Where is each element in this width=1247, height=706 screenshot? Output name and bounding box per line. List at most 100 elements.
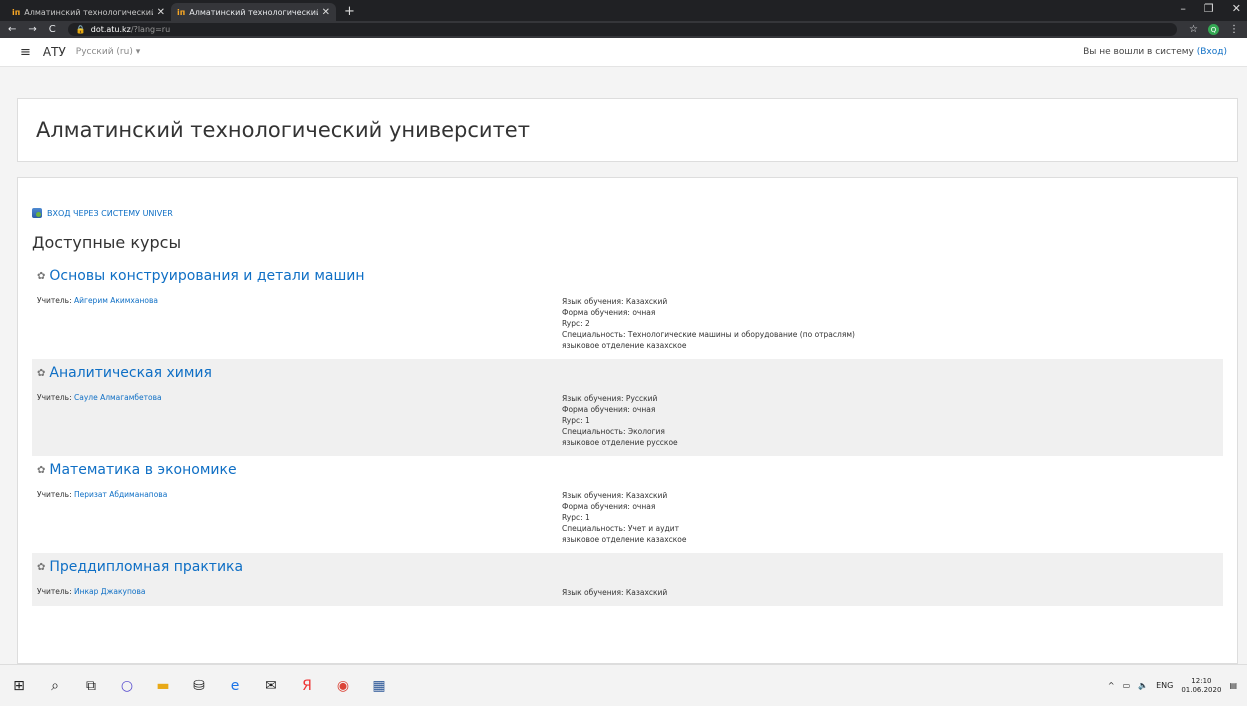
volume-icon[interactable]: 🔈 <box>1138 681 1148 690</box>
login-status-text: Вы не вошли в систему <box>1083 47 1194 57</box>
summary-line: Язык обучения: Казахский <box>562 588 668 597</box>
browser-tab-strip: iп Алматинский технологический ✕ iп Алма… <box>0 0 1247 21</box>
teacher-link[interactable]: Сауле Алмагамбетова <box>74 393 162 402</box>
close-window-icon[interactable]: ✕ <box>1232 2 1241 15</box>
summary-line: Форма обучения: очная <box>562 308 656 317</box>
notifications-icon[interactable]: ▤ <box>1229 681 1237 690</box>
tab-title: Алматинский технологический <box>189 7 318 17</box>
course-name-link[interactable]: Основы конструирования и детали машин <box>49 268 364 284</box>
url-host: dot.atu.kz <box>90 25 131 34</box>
close-tab-icon[interactable]: ✕ <box>322 7 330 18</box>
page-header-card: Алматинский технологический университет <box>17 98 1238 162</box>
teacher-label: Учитель: <box>37 490 72 499</box>
address-toolbar: ← → C 🔒 dot.atu.kz/?lang=ru ☆ Q ⋮ <box>0 21 1247 38</box>
site-navbar: ≡ АТУ Русский (ru) ▾ Вы не вошли в систе… <box>0 38 1247 67</box>
language-selector[interactable]: Русский (ru) ▾ <box>76 47 140 57</box>
page-title: Алматинский технологический университет <box>36 118 530 142</box>
teacher-link[interactable]: Перизат Абдиманапова <box>74 490 167 499</box>
course-icon: ✿ <box>37 561 46 573</box>
univer-login-link[interactable]: ВХОД ЧЕРЕЗ СИСТЕМУ UNIVER <box>32 208 1223 218</box>
browser-tab[interactable]: iп Алматинский технологический ✕ <box>6 3 171 21</box>
page-body: Алматинский технологический университет … <box>0 67 1247 664</box>
windows-start-icon[interactable]: ⊞ <box>10 678 28 694</box>
course-teacher: Учитель: Айгерим Акимханова <box>37 296 562 351</box>
network-icon[interactable]: ▭ <box>1123 681 1131 690</box>
tab-title: Алматинский технологический <box>24 7 153 17</box>
course-teacher: Учитель: Перизат Абдиманапова <box>37 490 562 545</box>
summary-line: Язык обучения: Казахский <box>562 491 668 500</box>
course-box: ✿ Аналитическая химия Учитель: Сауле Алма… <box>32 359 1223 456</box>
login-link[interactable]: (Вход) <box>1197 47 1227 57</box>
address-bar[interactable]: 🔒 dot.atu.kz/?lang=ru <box>67 23 1178 36</box>
site-favicon: iп <box>12 7 21 17</box>
menu-kebab-icon[interactable]: ⋮ <box>1229 24 1239 35</box>
yandex-icon[interactable]: Я <box>298 678 316 694</box>
new-tab-button[interactable]: + <box>336 4 363 21</box>
summary-line: Специальность: Учет и аудит <box>562 524 679 533</box>
summary-line: языковое отделение казахское <box>562 341 687 350</box>
input-language[interactable]: ENG <box>1156 681 1173 690</box>
task-view-icon[interactable]: ⧉ <box>82 678 100 694</box>
close-tab-icon[interactable]: ✕ <box>157 7 165 18</box>
course-teacher: Учитель: Инкар Джакупова <box>37 587 562 598</box>
summary-line: Язык обучения: Казахский <box>562 297 668 306</box>
summary-line: Форма обучения: очная <box>562 502 656 511</box>
summary-line: Специальность: Экология <box>562 427 665 436</box>
forward-arrow-icon[interactable]: → <box>28 24 36 35</box>
profile-avatar[interactable]: Q <box>1208 24 1219 35</box>
minimize-icon[interactable]: – <box>1180 2 1186 15</box>
chevron-up-icon[interactable]: ^ <box>1108 681 1115 690</box>
univer-icon <box>32 208 42 218</box>
course-box: ✿ Основы конструирования и детали машин У… <box>32 262 1223 359</box>
teacher-label: Учитель: <box>37 393 72 402</box>
frontpage-card: ВХОД ЧЕРЕЗ СИСТЕМУ UNIVER Доступные курс… <box>17 177 1238 664</box>
teacher-link[interactable]: Инкар Джакупова <box>74 587 145 596</box>
course-name-link[interactable]: Аналитическая химия <box>49 365 212 381</box>
course-summary: Язык обучения: Казахский Форма обучения:… <box>562 490 687 545</box>
edge-icon[interactable]: e <box>226 678 244 694</box>
clock-time: 12:10 <box>1191 676 1212 685</box>
univer-link-text: ВХОД ЧЕРЕЗ СИСТЕМУ UNIVER <box>47 208 173 218</box>
file-explorer-icon[interactable]: ▬ <box>154 678 172 694</box>
teacher-label: Учитель: <box>37 296 72 305</box>
teacher-link[interactable]: Айгерим Акимханова <box>74 296 158 305</box>
summary-line: Язык обучения: Русский <box>562 394 658 403</box>
summary-line: языковое отделение русское <box>562 438 678 447</box>
course-summary: Язык обучения: Казахский Форма обучения:… <box>562 296 855 351</box>
summary-line: Специальность: Технологические машины и … <box>562 330 855 339</box>
hamburger-menu-icon[interactable]: ≡ <box>20 45 31 60</box>
bookmark-star-icon[interactable]: ☆ <box>1189 24 1198 35</box>
site-favicon: iп <box>177 7 186 17</box>
course-box: ✿ Преддипломная практика Учитель: Инкар Д… <box>32 553 1223 606</box>
course-icon: ✿ <box>37 367 46 379</box>
course-icon: ✿ <box>37 270 46 282</box>
summary-line: языковое отделение казахское <box>562 535 687 544</box>
search-icon[interactable]: ⌕ <box>46 678 64 694</box>
site-brand[interactable]: АТУ <box>43 45 66 59</box>
clock[interactable]: 12:10 01.06.2020 <box>1181 677 1221 695</box>
chrome-icon[interactable]: ◉ <box>334 678 352 694</box>
reload-icon[interactable]: C <box>49 24 56 35</box>
clock-date: 01.06.2020 <box>1181 685 1222 694</box>
back-arrow-icon[interactable]: ← <box>8 24 16 35</box>
cortana-icon[interactable]: ○ <box>118 678 136 694</box>
mail-icon[interactable]: ✉ <box>262 678 280 694</box>
browser-tab-active[interactable]: iп Алматинский технологический ✕ <box>171 3 336 21</box>
summary-line: Форма обучения: очная <box>562 405 656 414</box>
summary-line: Rypc: 1 <box>562 513 590 522</box>
login-status: Вы не вошли в систему (Вход) <box>1083 47 1227 57</box>
available-courses-heading: Доступные курсы <box>32 233 182 252</box>
maximize-icon[interactable]: ❐ <box>1204 2 1214 15</box>
teacher-label: Учитель: <box>37 587 72 596</box>
store-icon[interactable]: ⛁ <box>190 678 208 694</box>
window-controls: – ❐ ✕ <box>1180 2 1241 15</box>
course-teacher: Учитель: Сауле Алмагамбетова <box>37 393 562 448</box>
course-name-link[interactable]: Математика в экономике <box>49 462 236 478</box>
course-summary: Язык обучения: Казахский <box>562 587 667 598</box>
course-name-link[interactable]: Преддипломная практика <box>49 559 243 575</box>
summary-line: Rypc: 2 <box>562 319 590 328</box>
course-icon: ✿ <box>37 464 46 476</box>
summary-line: Rypc: 1 <box>562 416 590 425</box>
system-tray: ^ ▭ 🔈 ENG 12:10 01.06.2020 ▤ <box>1108 677 1237 695</box>
app-icon[interactable]: ▦ <box>370 678 388 694</box>
